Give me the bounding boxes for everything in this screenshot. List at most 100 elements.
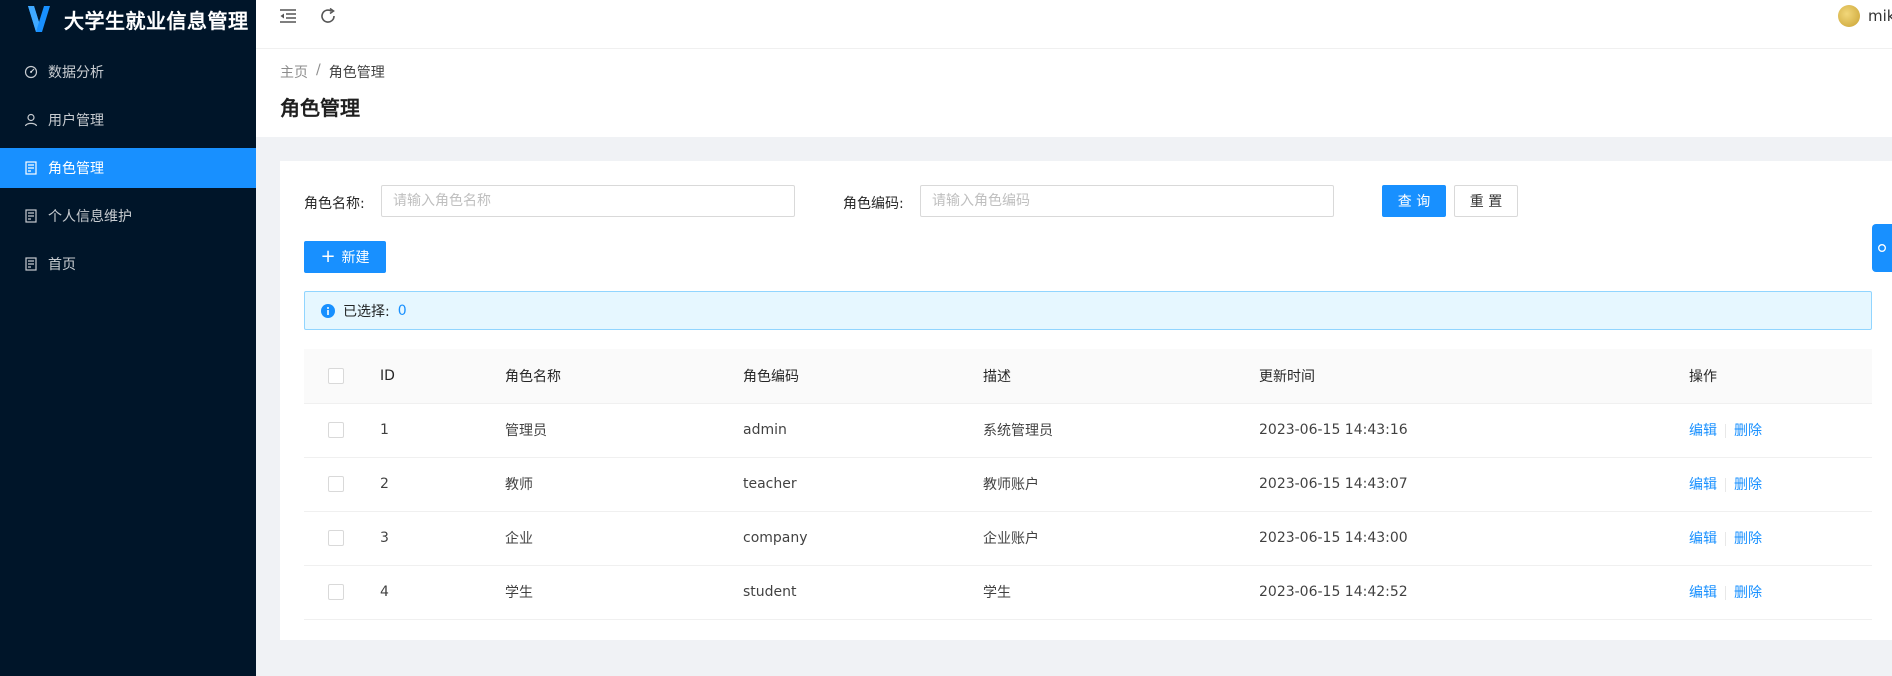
settings-drawer-handle[interactable] bbox=[1872, 224, 1892, 272]
breadcrumb-separator: / bbox=[316, 62, 321, 78]
reset-button[interactable]: 重 置 bbox=[1454, 185, 1518, 217]
action-divider bbox=[1725, 424, 1726, 438]
info-icon bbox=[321, 303, 335, 318]
row-checkbox[interactable] bbox=[328, 422, 344, 438]
edit-link[interactable]: 编辑 bbox=[1689, 585, 1717, 601]
delete-link[interactable]: 删除 bbox=[1734, 531, 1762, 547]
column-header-id: ID bbox=[380, 349, 505, 404]
action-divider bbox=[1725, 532, 1726, 546]
action-divider bbox=[1725, 586, 1726, 600]
row-checkbox[interactable] bbox=[328, 584, 344, 600]
column-header-actions: 操作 bbox=[1689, 349, 1872, 404]
breadcrumb-current: 角色管理 bbox=[328, 65, 385, 81]
column-header-role-name: 角色名称 bbox=[505, 349, 743, 404]
app-title: 大学生就业信息管理 bbox=[64, 8, 249, 33]
cell-role-code: admin bbox=[743, 403, 983, 458]
top-header: mik bbox=[256, 0, 1892, 49]
sidebar-item-label: 角色管理 bbox=[48, 161, 104, 177]
username: mik bbox=[1868, 7, 1892, 25]
sidebar-item-user-management[interactable]: 用户管理 bbox=[0, 100, 256, 140]
column-header-description: 描述 bbox=[983, 349, 1259, 404]
sidebar-item-data-analysis[interactable]: 数据分析 bbox=[0, 52, 256, 92]
form-icon bbox=[25, 209, 37, 223]
row-checkbox[interactable] bbox=[328, 530, 344, 546]
table-header-row: ID 角色名称 角色编码 描述 更新时间 操作 bbox=[304, 349, 1872, 404]
cell-role-code: company bbox=[743, 511, 983, 566]
new-button-label: 新建 bbox=[341, 250, 370, 266]
cell-role-code: student bbox=[743, 565, 983, 620]
cell-updated-time: 2023-06-15 14:43:00 bbox=[1259, 511, 1689, 566]
table-row: 1 管理员 admin 系统管理员 2023-06-15 14:43:16 编辑… bbox=[304, 403, 1872, 458]
role-table: ID 角色名称 角色编码 描述 更新时间 操作 1 管理员 admin 系统管理… bbox=[304, 349, 1872, 620]
delete-link[interactable]: 删除 bbox=[1734, 423, 1762, 439]
cell-description: 学生 bbox=[983, 565, 1259, 620]
sidebar-item-personal-info[interactable]: 个人信息维护 bbox=[0, 196, 256, 236]
cell-updated-time: 2023-06-15 14:42:52 bbox=[1259, 565, 1689, 620]
select-all-checkbox[interactable] bbox=[328, 367, 344, 384]
form-icon bbox=[25, 161, 37, 175]
menu-fold-icon[interactable] bbox=[278, 6, 298, 26]
cell-actions: 编辑 删除 bbox=[1689, 511, 1872, 566]
page-title: 角色管理 bbox=[280, 96, 360, 120]
cell-id: 4 bbox=[380, 565, 505, 620]
cell-description: 企业账户 bbox=[983, 511, 1259, 566]
logo: 大学生就业信息管理 bbox=[0, 0, 256, 38]
selection-count: 0 bbox=[397, 302, 407, 319]
sidebar: 大学生就业信息管理 数据分析 用户管理 角色管理 个人信息维护 首页 bbox=[0, 0, 256, 676]
page-header: 主页 / 角色管理 角色管理 bbox=[256, 49, 1892, 137]
role-name-input[interactable] bbox=[381, 185, 795, 217]
delete-link[interactable]: 删除 bbox=[1734, 585, 1762, 601]
plus-icon: + bbox=[320, 246, 336, 267]
cell-description: 系统管理员 bbox=[983, 403, 1259, 458]
cell-role-name: 教师 bbox=[505, 457, 743, 512]
logo-icon bbox=[28, 6, 50, 32]
sidebar-item-role-management[interactable]: 角色管理 bbox=[0, 148, 256, 188]
selection-alert: 已选择: 0 bbox=[304, 291, 1872, 330]
role-code-input[interactable] bbox=[920, 185, 1334, 217]
selection-label: 已选择: bbox=[343, 303, 390, 320]
cell-updated-time: 2023-06-15 14:43:16 bbox=[1259, 403, 1689, 458]
row-checkbox[interactable] bbox=[328, 476, 344, 492]
user-menu[interactable]: mik bbox=[1838, 5, 1892, 27]
avatar bbox=[1838, 5, 1860, 27]
cell-description: 教师账户 bbox=[983, 457, 1259, 512]
cell-updated-time: 2023-06-15 14:43:07 bbox=[1259, 457, 1689, 512]
sidebar-item-label: 数据分析 bbox=[48, 65, 104, 81]
dashboard-icon bbox=[24, 65, 38, 79]
cell-actions: 编辑 删除 bbox=[1689, 457, 1872, 512]
user-icon bbox=[24, 113, 38, 127]
cell-role-name: 管理员 bbox=[505, 403, 743, 458]
cell-role-name: 企业 bbox=[505, 511, 743, 566]
cell-id: 1 bbox=[380, 403, 505, 458]
sidebar-menu: 数据分析 用户管理 角色管理 个人信息维护 首页 bbox=[0, 52, 256, 284]
delete-link[interactable]: 删除 bbox=[1734, 477, 1762, 493]
cell-actions: 编辑 删除 bbox=[1689, 565, 1872, 620]
table-row: 4 学生 student 学生 2023-06-15 14:42:52 编辑 删除 bbox=[304, 565, 1872, 620]
cell-id: 3 bbox=[380, 511, 505, 566]
query-button[interactable]: 查 询 bbox=[1382, 185, 1446, 217]
cell-id: 2 bbox=[380, 457, 505, 512]
sidebar-item-label: 用户管理 bbox=[48, 113, 104, 129]
breadcrumb-home[interactable]: 主页 bbox=[280, 62, 308, 82]
cell-role-code: teacher bbox=[743, 457, 983, 512]
new-button[interactable]: + 新建 bbox=[304, 241, 386, 273]
column-header-updated-time: 更新时间 bbox=[1259, 349, 1689, 404]
table-row: 2 教师 teacher 教师账户 2023-06-15 14:43:07 编辑… bbox=[304, 457, 1872, 512]
reload-icon[interactable] bbox=[318, 6, 338, 26]
role-name-label: 角色名称: bbox=[304, 196, 365, 212]
table-row: 3 企业 company 企业账户 2023-06-15 14:43:00 编辑… bbox=[304, 511, 1872, 566]
action-divider bbox=[1725, 478, 1726, 492]
column-header-role-code: 角色编码 bbox=[743, 349, 983, 404]
breadcrumb: 主页 / 角色管理 bbox=[280, 62, 385, 82]
edit-link[interactable]: 编辑 bbox=[1689, 423, 1717, 439]
role-code-label: 角色编码: bbox=[843, 196, 904, 212]
sidebar-item-label: 个人信息维护 bbox=[48, 209, 132, 225]
form-icon bbox=[25, 257, 37, 271]
settings-icon bbox=[1878, 244, 1886, 252]
sidebar-item-label: 首页 bbox=[48, 257, 76, 273]
sidebar-item-home[interactable]: 首页 bbox=[0, 244, 256, 284]
edit-link[interactable]: 编辑 bbox=[1689, 477, 1717, 493]
content-card: 角色名称: 角色编码: 查 询 重 置 + 新建 已选择: 0 ID 角色名称 … bbox=[280, 161, 1892, 640]
edit-link[interactable]: 编辑 bbox=[1689, 531, 1717, 547]
cell-role-name: 学生 bbox=[505, 565, 743, 620]
